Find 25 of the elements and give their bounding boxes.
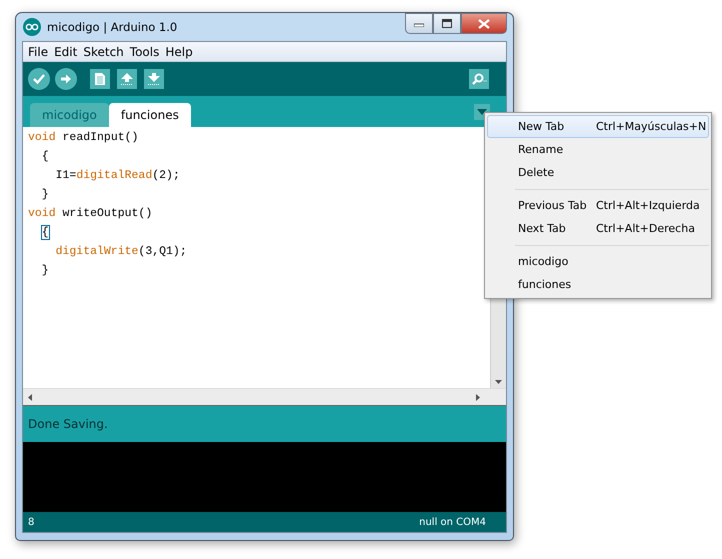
code-line: } xyxy=(40,263,49,279)
menu-option[interactable]: Delete xyxy=(487,161,709,184)
menu-option[interactable]: micodigo xyxy=(487,250,709,273)
code-line: digitalWrite(3,Q1); xyxy=(54,244,187,260)
code-line: } xyxy=(40,187,49,203)
menu-option[interactable]: Previous Tab Ctrl+Alt+Izquierda xyxy=(487,194,709,217)
menu-item[interactable]: Tools xyxy=(126,44,162,58)
menu-option[interactable]: Rename xyxy=(487,138,709,161)
menu-item[interactable]: Sketch xyxy=(80,44,127,58)
code-line: { xyxy=(40,149,49,165)
menu-option[interactable]: funciones xyxy=(487,273,709,296)
status-message: Done Saving. xyxy=(28,417,108,431)
code-line: I1=digitalRead(2); xyxy=(54,168,180,184)
menu-option[interactable]: Next Tab Ctrl+Alt+Derecha xyxy=(487,217,709,240)
file-tab[interactable]: funciones xyxy=(108,103,191,127)
code-line: void readInput() xyxy=(28,130,138,146)
menu-item[interactable]: File xyxy=(25,44,52,58)
code-line: void writeOutput() xyxy=(28,206,152,222)
menu-item[interactable]: Edit xyxy=(51,44,80,58)
window-title: micodigo | Arduino 1.0 xyxy=(47,20,178,34)
menu-option[interactable]: New Tab Ctrl+Mayúsculas+N xyxy=(487,115,709,138)
code-line: { xyxy=(40,225,49,241)
menu-item[interactable]: Help xyxy=(162,44,196,58)
line-number: 8 xyxy=(28,516,34,528)
board-port: null on COM4 xyxy=(419,516,486,528)
